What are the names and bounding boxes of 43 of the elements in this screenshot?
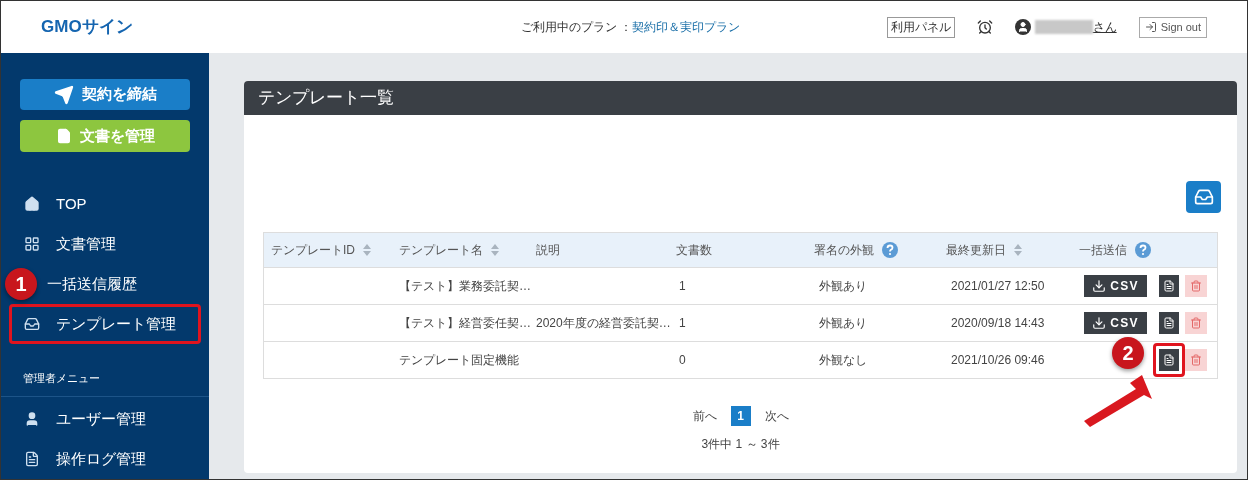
table-cell: テンプレート固定機能 [399,353,519,367]
table-cell: 【テスト】経営委任契… [399,316,531,330]
sidebar-item[interactable]: 文書管理 [9,224,201,265]
table-cell: 外観なし [819,353,867,367]
next-page-link[interactable]: 次へ [764,407,789,425]
column-header: テンプレート名 [399,242,483,259]
sidebar-item[interactable]: テンプレート管理 [9,304,201,345]
table-cell: 0 [679,353,686,367]
plan-label: ご利用中のプラン ： [521,19,633,36]
sidebar-item[interactable]: ユーザー管理 [9,399,201,439]
column-header: 説明 [536,242,560,259]
table-cell: 2020/09/18 14:43 [951,316,1045,330]
csv-download-button[interactable]: CSV [1084,275,1147,297]
sign-out-button[interactable]: Sign out [1138,16,1207,38]
column-header: 署名の外観 [814,242,874,259]
logo: GMOサイン [41,16,134,39]
user-suffix-link[interactable]: さん [1092,18,1117,36]
panel-button[interactable]: 利用パネル [886,16,955,38]
column-header: 文書数 [676,242,712,259]
panel-title: テンプレート一覧 [244,81,1237,115]
page-button[interactable]: 1 [730,406,751,426]
table-cell: 外観あり [819,279,867,293]
previous-page-link[interactable]: 前へ [692,407,717,425]
table-cell: 2021/10/26 09:46 [951,353,1045,367]
csv-download-button[interactable]: CSV [1084,312,1147,334]
table-cell: 2021/01/27 12:50 [951,279,1045,293]
table-cell: 外観あり [819,316,867,330]
admin-menu-heading: 管理者メニュー [22,370,101,386]
column-header: 最終更新日 [946,242,1006,259]
table-cell: 2020年度の経営委託契… [536,316,671,330]
column-header: 一括送信 [1079,242,1127,259]
sidebar-item[interactable]: TOP [9,184,201,225]
callout-badge: 1 [5,268,37,301]
contract-button[interactable]: 契約を締結 [20,79,190,111]
table-cell: 1 [679,316,686,330]
sidebar-item[interactable]: 一括送信履歴 [41,264,201,305]
sidebar-item[interactable]: 操作ログ管理 [9,439,201,479]
table-cell: 1 [679,279,686,293]
callout-badge: 2 [1112,337,1144,369]
plan-link[interactable]: 契約印＆実印プラン [632,18,741,36]
column-header: テンプレートID [271,242,355,259]
result-count: 3件中 1 ～ 3件 [701,436,780,453]
table-cell: 【テスト】業務委託契… [399,279,531,293]
